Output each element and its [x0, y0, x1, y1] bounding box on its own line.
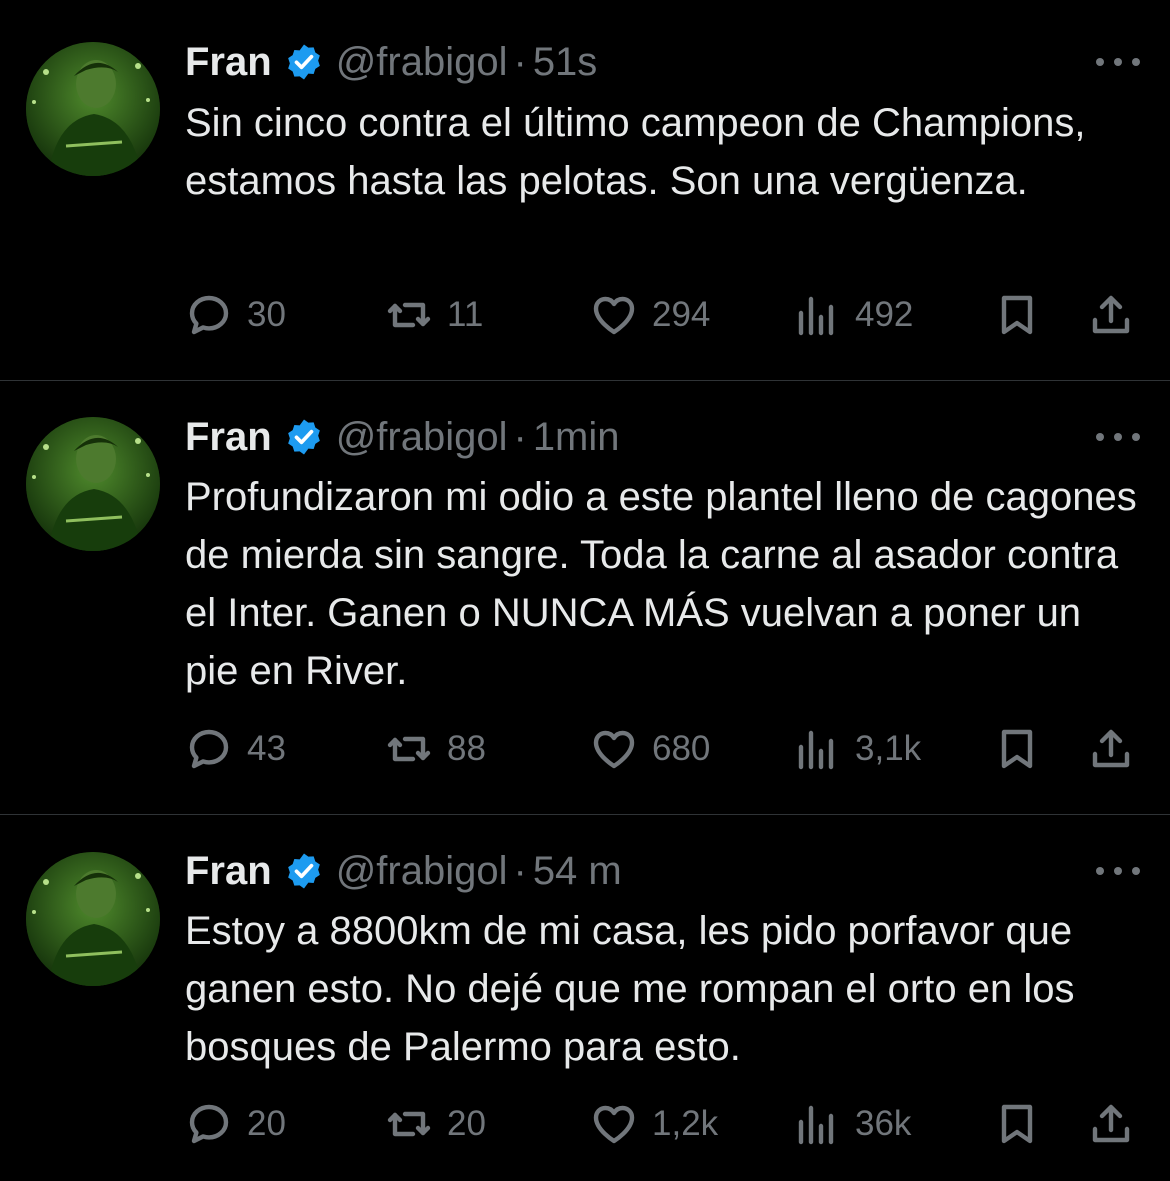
more-icon[interactable]	[1096, 427, 1140, 447]
views-count: 36k	[855, 1104, 912, 1143]
author-name[interactable]: Fran	[185, 849, 272, 894]
avatar[interactable]	[26, 42, 160, 176]
bookmark-icon	[1001, 295, 1033, 335]
like-count: 294	[652, 295, 711, 334]
author-name[interactable]: Fran	[185, 40, 272, 85]
tweet-actions: 43 88 680 3,1k	[185, 724, 1145, 774]
author-handle[interactable]: @frabigol	[336, 415, 508, 460]
verified-badge-icon	[287, 853, 320, 889]
tweet[interactable]: Fran @frabigol · 54 m Estoy a 8800km de …	[0, 815, 1170, 1181]
reply-count: 30	[247, 295, 286, 334]
timestamp[interactable]: 54 m	[533, 849, 622, 894]
bookmark-button[interactable]	[993, 1099, 1041, 1149]
views-icon	[798, 1105, 834, 1145]
like-button[interactable]: 1,2k	[590, 1099, 718, 1149]
reply-button[interactable]: 20	[185, 1099, 286, 1149]
heart-icon	[593, 1105, 635, 1144]
timestamp[interactable]: 1min	[533, 415, 620, 460]
timestamp[interactable]: 51s	[533, 40, 598, 85]
views-button[interactable]: 3,1k	[793, 724, 921, 774]
separator: ·	[513, 414, 527, 459]
retweet-icon	[387, 736, 431, 762]
retweet-icon	[387, 1111, 431, 1137]
verified-badge-icon	[287, 44, 320, 80]
tweet-text: Profundizaron mi odio a este plantel lle…	[185, 475, 1137, 693]
timeline: Fran @frabigol · 51s Sin cinco contra el…	[0, 0, 1170, 1181]
share-icon	[1092, 1104, 1130, 1143]
avatar[interactable]	[26, 852, 160, 986]
author-handle[interactable]: @frabigol	[336, 40, 508, 85]
views-count: 3,1k	[855, 729, 922, 768]
like-button[interactable]: 680	[590, 724, 710, 774]
author-handle[interactable]: @frabigol	[336, 849, 508, 894]
tweet-actions: 30 11 294 492	[185, 290, 1145, 340]
tweet-header: Fran @frabigol · 1min	[185, 412, 620, 462]
reply-button[interactable]: 30	[185, 290, 286, 340]
share-button[interactable]	[1087, 724, 1135, 774]
tweet-text: Estoy a 8800km de mi casa, les pido porf…	[185, 909, 1075, 1069]
separator: ·	[513, 39, 527, 84]
views-button[interactable]: 492	[793, 290, 913, 340]
retweet-count: 11	[447, 295, 484, 334]
verified-badge-icon	[287, 419, 320, 455]
reply-icon	[189, 1104, 229, 1144]
retweet-button[interactable]: 11	[385, 290, 483, 340]
share-icon	[1092, 729, 1130, 768]
retweet-button[interactable]: 20	[385, 1099, 486, 1149]
reply-count: 20	[247, 1104, 286, 1143]
heart-icon	[593, 296, 635, 335]
tweet-actions: 20 20 1,2k 36k	[185, 1099, 1145, 1149]
share-button[interactable]	[1087, 290, 1135, 340]
more-icon[interactable]	[1096, 52, 1140, 72]
tweet-header: Fran @frabigol · 54 m	[185, 846, 622, 896]
tweet-header: Fran @frabigol · 51s	[185, 37, 597, 87]
reply-icon	[189, 295, 229, 335]
reply-button[interactable]: 43	[185, 724, 286, 774]
more-icon[interactable]	[1096, 861, 1140, 881]
tweet-text: Sin cinco contra el último campeon de Ch…	[185, 101, 1086, 203]
views-button[interactable]: 36k	[793, 1099, 911, 1149]
bookmark-icon	[1001, 1104, 1033, 1144]
separator: ·	[513, 848, 527, 893]
views-count: 492	[855, 295, 914, 334]
share-icon	[1092, 295, 1130, 334]
retweet-count: 88	[447, 729, 486, 768]
bookmark-icon	[1001, 729, 1033, 769]
bookmark-button[interactable]	[993, 290, 1041, 340]
retweet-button[interactable]: 88	[385, 724, 486, 774]
reply-icon	[189, 729, 229, 769]
tweet[interactable]: Fran @frabigol · 1min Profundizaron mi o…	[0, 381, 1170, 814]
like-count: 1,2k	[652, 1104, 719, 1143]
views-icon	[798, 730, 834, 770]
avatar[interactable]	[26, 417, 160, 551]
heart-icon	[593, 730, 635, 769]
views-icon	[798, 296, 834, 336]
bookmark-button[interactable]	[993, 724, 1041, 774]
author-name[interactable]: Fran	[185, 415, 272, 460]
retweet-icon	[387, 302, 431, 328]
reply-count: 43	[247, 729, 286, 768]
like-button[interactable]: 294	[590, 290, 710, 340]
tweet[interactable]: Fran @frabigol · 51s Sin cinco contra el…	[0, 0, 1170, 380]
like-count: 680	[652, 729, 711, 768]
share-button[interactable]	[1087, 1099, 1135, 1149]
retweet-count: 20	[447, 1104, 486, 1143]
